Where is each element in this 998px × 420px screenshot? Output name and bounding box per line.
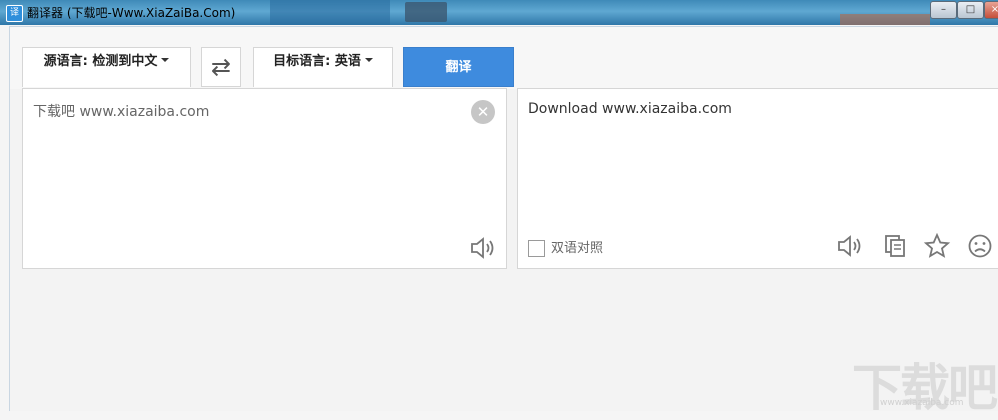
watermark-logo: 下载吧 [852,359,998,417]
desktop-background-fragment [405,2,447,22]
source-language-dropdown[interactable]: 源语言: 检测到中文 [22,47,191,87]
chevron-down-icon [161,57,170,62]
title-bar: 译 翻译器 (下载吧-Www.XiaZaiBa.Com) – □ × [0,0,998,25]
target-language-dropdown[interactable]: 目标语言: 英语 [253,47,393,87]
speaker-icon[interactable] [469,235,497,261]
chevron-down-icon [364,57,373,62]
swap-icon: ⇄ [210,53,232,81]
sad-face-icon[interactable] [966,233,994,259]
copy-icon[interactable] [882,233,910,259]
desktop-background-fragment [840,14,930,25]
bilingual-checkbox[interactable] [528,240,545,257]
minimize-button[interactable]: – [930,1,957,19]
speaker-icon[interactable] [836,233,864,259]
watermark-url: www.xiazaiba.com [880,398,964,408]
bilingual-toggle[interactable]: 双语对照 [528,237,603,257]
close-button[interactable]: × [984,1,998,19]
desktop-background-fragment [270,0,390,25]
clear-icon[interactable]: ✕ [471,100,495,124]
window-title: 翻译器 (下载吧-Www.XiaZaiBa.Com) [27,6,236,20]
app-icon: 译 [6,5,23,22]
source-text-input[interactable]: 下载吧 www.xiazaiba.com [33,101,209,121]
swap-languages-button[interactable]: ⇄ [201,47,241,87]
translation-result-panel: Download www.xiazaiba.com 双语对照 [517,88,998,269]
app-body: 源语言: 检测到中文 ⇄ 目标语言: 英语 翻译 下载吧 www.xiazaib… [9,26,998,411]
target-language-label: 目标语言: 英语 [273,54,361,69]
source-language-label: 源语言: 检测到中文 [43,54,158,69]
toolbar: 源语言: 检测到中文 ⇄ 目标语言: 英语 翻译 [10,27,998,89]
star-icon[interactable] [923,233,951,259]
source-text-panel[interactable]: 下载吧 www.xiazaiba.com ✕ [22,88,507,269]
maximize-button[interactable]: □ [957,1,984,19]
translation-result-text: Download www.xiazaiba.com [528,101,732,117]
bilingual-label: 双语对照 [551,241,604,256]
translate-button[interactable]: 翻译 [403,47,514,87]
